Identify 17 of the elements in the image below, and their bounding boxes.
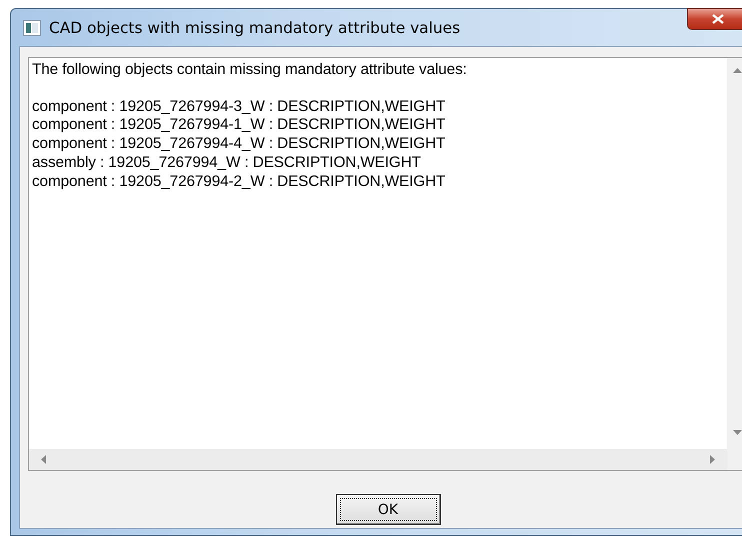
- message-line: component : 19205_7267994-1_W : DESCRIPTION,WEIGHT: [32, 116, 446, 136]
- up-arrow-icon[interactable]: [733, 68, 742, 73]
- right-arrow-icon[interactable]: [710, 455, 715, 464]
- close-button[interactable]: [687, 8, 742, 30]
- window-title: CAD objects with missing mandatory attribute values: [49, 18, 460, 36]
- message-header: The following objects contain missing mandatory attribute values:: [32, 61, 468, 80]
- close-icon: [712, 14, 724, 24]
- message-line: component : 19205_7267994-2_W : DESCRIPTION,WEIGHT: [32, 172, 446, 192]
- message-line: component : 19205_7267994-4_W : DESCRIPTION,WEIGHT: [32, 135, 446, 154]
- down-arrow-icon[interactable]: [733, 430, 742, 435]
- left-arrow-icon[interactable]: [41, 455, 46, 464]
- horizontal-scrollbar[interactable]: [29, 449, 727, 470]
- message-line: assembly : 19205_7267994_W : DESCRIPTION,WEIGHT: [32, 154, 422, 173]
- ok-button[interactable]: OK: [336, 494, 440, 525]
- message-line: component : 19205_7267994-3_W : DESCRIPTION,WEIGHT: [32, 98, 446, 116]
- app-icon: [23, 20, 41, 36]
- vertical-scrollbar[interactable]: [727, 58, 742, 449]
